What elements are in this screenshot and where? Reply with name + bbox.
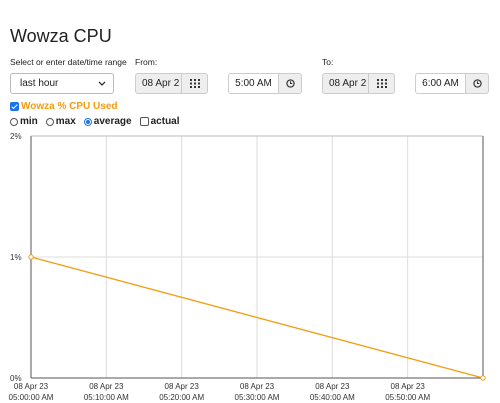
data-point [480,375,486,381]
x-tick-label: 08 Apr 23 [89,382,124,391]
x-tick-label: 05:10:00 AM [84,393,129,402]
x-tick-label: 05:40:00 AM [310,393,355,402]
x-tick-label: 08 Apr 23 [14,382,49,391]
y-tick-label: 1% [10,253,22,262]
x-tick-label: 08 Apr 23 [315,382,350,391]
x-tick-label: 08 Apr 23 [165,382,200,391]
x-tick-label: 08 Apr 23 [240,382,275,391]
x-tick-label: 08 Apr 23 [391,382,426,391]
x-tick-label: 05:50:00 AM [385,393,430,402]
y-tick-label: 2% [10,132,22,141]
data-point [28,254,34,260]
x-tick-label: 05:20:00 AM [159,393,204,402]
x-tick-label: 05:30:00 AM [235,393,280,402]
cpu-chart: 0%1%2%08 Apr 2305:00:00 AM08 Apr 2305:10… [9,132,486,402]
x-tick-label: 05:00:00 AM [9,393,54,402]
